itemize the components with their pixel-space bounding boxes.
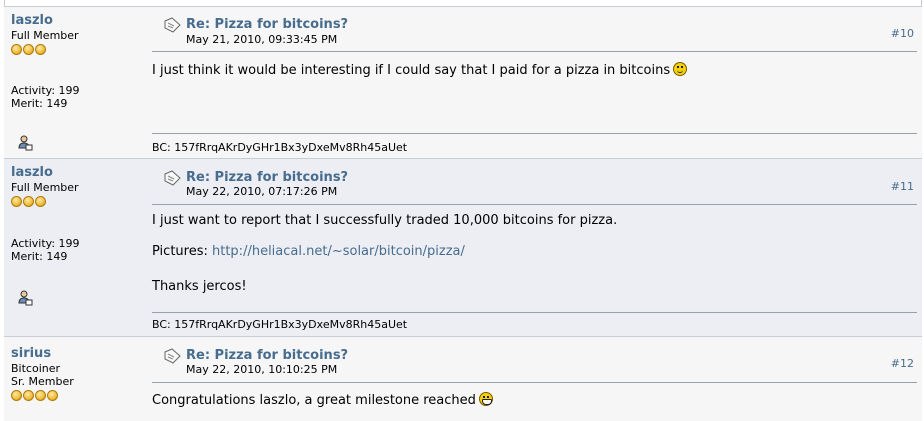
rank-star-icon [11,196,22,207]
rank-stars [11,390,141,402]
poster-username[interactable]: laszlo [11,165,141,181]
poster-info: laszlo Full Member [11,165,141,208]
post-text: Congratulations laszlo, a great mileston… [152,393,476,408]
poster-info: laszlo Full Member [11,13,141,56]
poster-username[interactable]: sirius [11,346,141,362]
signature-divider [152,312,917,313]
rank-star-icon [11,390,22,401]
rank-star-icon [11,44,22,55]
topic-doc-icon [164,17,181,33]
post-header-divider [152,51,917,52]
poster-merit: Merit: 149 [11,250,68,263]
rank-stars [11,196,141,208]
poster-rank: Full Member [11,181,79,194]
post-text: Pictures: [152,244,212,259]
rank-star-icon [35,196,46,207]
post-text: I just want to report that I successfull… [152,213,618,228]
profile-person-icon[interactable] [17,135,33,151]
post-signature: BC: 157fRrqAKrDyGHr1Bx3yDxeMv8Rh45aUet [152,318,408,331]
poster-activity: Activity: 199 [11,237,80,250]
poster-info: sirius Bitcoiner Sr. Member [11,346,141,402]
poster-stats: Activity: 199 Merit: 149 [11,237,80,263]
post-date: May 21, 2010, 09:33:45 PM [186,33,338,46]
topic-doc-icon [164,170,181,186]
poster-rank: Full Member [11,29,79,42]
post-10: laszlo Full Member Activity: 199 Merit: … [4,6,922,158]
poster-stats: Activity: 199 Merit: 149 [11,84,80,110]
post-11: laszlo Full Member Activity: 199 Merit: … [4,158,922,336]
poster-custom-title: Bitcoiner [11,362,61,375]
smiley-icon [673,62,688,76]
grin-icon [478,392,493,406]
rank-star-icon [35,390,46,401]
post-text: Thanks jercos! [152,279,247,294]
poster-merit: Merit: 149 [11,97,68,110]
post-signature: BC: 157fRrqAKrDyGHr1Bx3yDxeMv8Rh45aUet [152,141,408,154]
post-title-link[interactable]: Re: Pizza for bitcoins? [186,348,348,363]
post-12: sirius Bitcoiner Sr. Member Re: Pizza fo… [4,336,922,421]
pizza-pictures-link[interactable]: http://heliacal.net/~solar/bitcoin/pizza… [212,244,465,259]
signature-divider [152,133,917,134]
post-body: I just want to report that I successfull… [152,213,907,295]
topic-doc-icon [164,348,181,364]
post-date: May 22, 2010, 07:17:26 PM [186,185,338,198]
rank-star-icon [23,44,34,55]
post-date: May 22, 2010, 10:10:25 PM [186,363,338,376]
post-text: I just think it would be interesting if … [152,63,671,78]
rank-star-icon [35,44,46,55]
poster-activity: Activity: 199 [11,84,80,97]
rank-stars [11,44,141,56]
post-body: Congratulations laszlo, a great mileston… [152,392,907,409]
post-body: I just think it would be interesting if … [152,62,907,79]
rank-star-icon [47,390,58,401]
post-header-divider [152,204,917,205]
poster-username[interactable]: laszlo [11,13,141,29]
post-title-link[interactable]: Re: Pizza for bitcoins? [186,17,348,32]
post-title-link[interactable]: Re: Pizza for bitcoins? [186,170,348,185]
post-header-divider [152,382,917,383]
post-number-link[interactable]: #11 [891,180,914,193]
post-number-link[interactable]: #10 [891,27,914,40]
rank-star-icon [23,196,34,207]
poster-rank: Sr. Member [11,375,74,388]
profile-person-icon[interactable] [17,290,33,306]
rank-star-icon [23,390,34,401]
post-number-link[interactable]: #12 [891,357,914,370]
